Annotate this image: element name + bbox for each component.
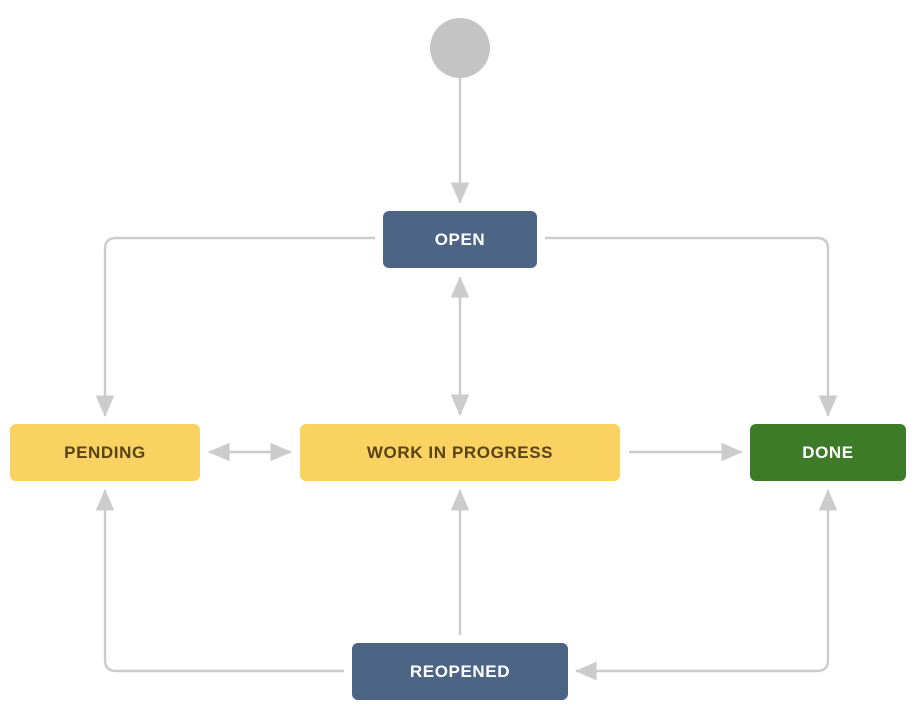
- node-pending[interactable]: PENDING: [10, 424, 200, 481]
- node-open-label: OPEN: [434, 230, 486, 249]
- node-done-label: DONE: [802, 443, 854, 462]
- workflow-diagram: OPEN PENDING WORK IN PROGRESS DONE REOPE…: [0, 0, 916, 726]
- node-reopened-label: REOPENED: [409, 662, 511, 681]
- node-open[interactable]: OPEN: [383, 211, 537, 268]
- edge-layer: [95, 78, 838, 681]
- edge-done-reopened: [575, 489, 838, 681]
- node-done[interactable]: DONE: [750, 424, 906, 481]
- node-reopened[interactable]: REOPENED: [352, 643, 568, 700]
- node-work-in-progress[interactable]: WORK IN PROGRESS: [300, 424, 620, 481]
- node-work-in-progress-label: WORK IN PROGRESS: [366, 443, 554, 462]
- edge-open-to-pending: [95, 236, 375, 417]
- edge-reopened-to-pending: [95, 489, 344, 673]
- edge-open-to-done: [545, 236, 838, 417]
- node-pending-label: PENDING: [64, 443, 146, 462]
- node-start[interactable]: [430, 18, 490, 78]
